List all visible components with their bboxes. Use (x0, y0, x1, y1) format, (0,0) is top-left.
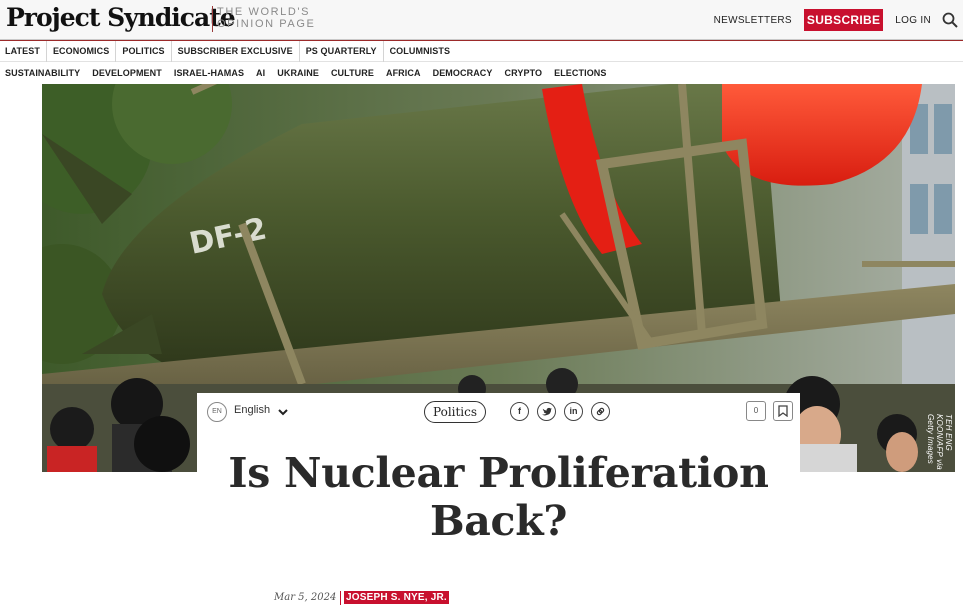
linkedin-icon[interactable]: in (564, 402, 583, 421)
site-logo[interactable]: Project Syndicate (6, 3, 236, 32)
subscribe-button[interactable]: SUBSCRIBE (803, 9, 884, 31)
article-title: Is Nuclear Proliferation Back? (197, 449, 800, 545)
topic-ai[interactable]: AI (250, 68, 271, 78)
topic-culture[interactable]: CULTURE (325, 68, 380, 78)
title-line-2: Back? (429, 497, 568, 545)
author-link[interactable]: JOSEPH S. NYE, JR. (344, 591, 449, 604)
topic-development[interactable]: DEVELOPMENT (86, 68, 168, 78)
language-selector[interactable]: English (234, 404, 270, 416)
tagline-line-2: OPINION PAGE (217, 18, 316, 30)
article-toolbar: EN English Politics f in 0 (197, 393, 800, 431)
topic-elections[interactable]: ELECTIONS (548, 68, 612, 78)
nav-item-politics[interactable]: POLITICS (116, 40, 172, 62)
nav-item-ps-quarterly[interactable]: PS QUARTERLY (300, 40, 384, 62)
topic-crypto[interactable]: CRYPTO (499, 68, 549, 78)
bookmark-icon[interactable] (773, 401, 793, 421)
topic-africa[interactable]: AFRICA (380, 68, 427, 78)
author-divider (340, 591, 341, 605)
site-tagline: THE WORLD'S OPINION PAGE (212, 6, 315, 32)
title-line-1: Is Nuclear Proliferation (228, 449, 769, 497)
nav-item-subscriber-exclusive[interactable]: SUBSCRIBER EXCLUSIVE (172, 40, 300, 62)
nav-item-columnists[interactable]: COLUMNISTS (384, 41, 457, 62)
photo-credit: TEH ENG KOON/AFP via Getty Images (926, 414, 953, 470)
category-tag[interactable]: Politics (424, 401, 487, 423)
nav-item-economics[interactable]: ECONOMICS (47, 40, 117, 62)
topics-nav: SUSTAINABILITY DEVELOPMENT ISRAEL-HAMAS … (0, 63, 963, 83)
language-badge[interactable]: EN (207, 402, 227, 422)
link-icon[interactable] (591, 402, 610, 421)
newsletters-link[interactable]: NEWSLETTERS (714, 15, 792, 26)
article-card: EN English Politics f in 0 Is Nuclear Pr… (197, 393, 800, 611)
site-header: Project Syndicate THE WORLD'S OPINION PA… (0, 0, 963, 40)
search-icon[interactable] (941, 11, 959, 29)
topic-israel-hamas[interactable]: ISRAEL-HAMAS (168, 68, 250, 78)
header-actions: NEWSLETTERS SUBSCRIBE LOG IN (714, 0, 963, 40)
topic-ukraine[interactable]: UKRAINE (271, 68, 325, 78)
comments-count: 0 (753, 406, 759, 415)
chevron-down-icon[interactable] (277, 405, 289, 417)
comments-button[interactable]: 0 (746, 401, 766, 421)
login-link[interactable]: LOG IN (895, 15, 931, 26)
twitter-icon[interactable] (537, 402, 556, 421)
nav-item-latest[interactable]: LATEST (0, 40, 47, 62)
facebook-icon[interactable]: f (510, 402, 529, 421)
tagline-line-1: THE WORLD'S (217, 6, 311, 18)
topic-democracy[interactable]: DEMOCRACY (427, 68, 499, 78)
primary-nav: LATEST ECONOMICS POLITICS SUBSCRIBER EXC… (0, 40, 963, 62)
topic-sustainability[interactable]: SUSTAINABILITY (0, 68, 86, 78)
publish-date: Mar 5, 2024 (274, 592, 337, 603)
